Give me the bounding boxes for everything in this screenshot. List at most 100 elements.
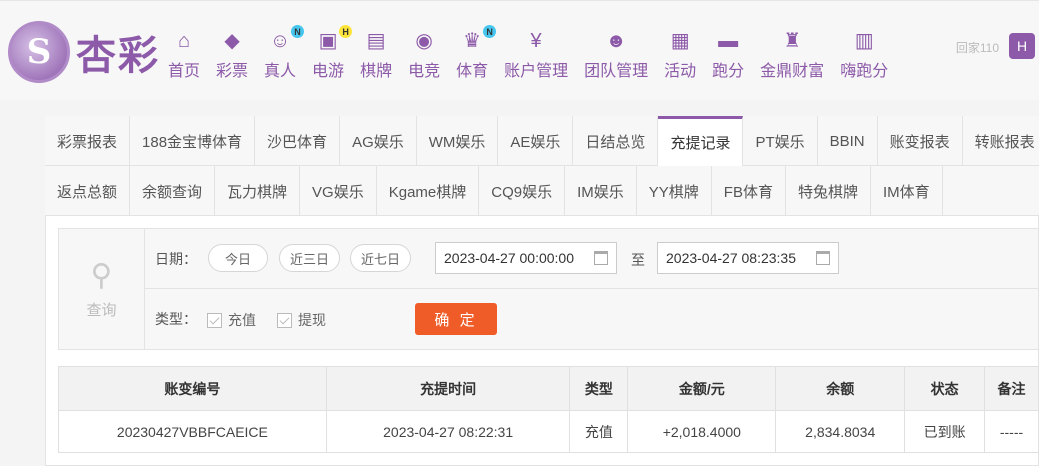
nav-item-label: 棋牌 <box>360 63 393 80</box>
report-tab[interactable]: 沙巴体育 <box>255 116 341 166</box>
yen-coin-icon: ¥ <box>530 30 542 52</box>
report-tab[interactable]: 瓦力棋牌 <box>215 166 301 216</box>
logo-mark-icon: S <box>8 21 70 83</box>
nav-item-4[interactable]: ▤ 棋牌 <box>352 29 400 81</box>
report-tab[interactable]: YY棋牌 <box>637 166 712 216</box>
gift-icon: ▦ <box>670 30 690 52</box>
withdraw-checkbox-label: 提现 <box>298 312 326 328</box>
date-label: 日期： <box>155 251 197 267</box>
nav-item-6[interactable]: ♛ N 体育 <box>448 25 497 81</box>
column-header: 账变编号 <box>58 366 327 411</box>
column-header: 类型 <box>569 366 629 411</box>
nav-item-label: 嗨跑分 <box>840 63 889 80</box>
trophy-icon: ♛ <box>463 30 482 52</box>
end-date-value: 2023-04-27 08:23:35 <box>666 250 796 266</box>
report-tab[interactable]: 返点总额 <box>45 166 131 216</box>
nav-item-5[interactable]: ◉ 电竞 <box>400 29 448 81</box>
last-seven-days-button[interactable]: 近七日 <box>350 244 411 272</box>
esports-controller-icon: ◉ <box>415 30 433 52</box>
report-tab[interactable]: AE娱乐 <box>498 116 574 166</box>
report-tab[interactable]: 账变报表 <box>878 116 963 166</box>
report-tab[interactable]: PT娱乐 <box>743 116 818 166</box>
table-cell: 20230427VBBFCAEICE <box>58 410 327 453</box>
nav-item-9[interactable]: ▦ 活动 <box>656 29 704 81</box>
search-icon: ⚲ <box>90 259 113 292</box>
last-three-days-button[interactable]: 近三日 <box>279 244 340 272</box>
nav-item-8[interactable]: ☻ 团队管理 <box>576 29 656 81</box>
nav-badge: N <box>291 25 305 38</box>
nav-badge: N <box>483 25 497 38</box>
nav-item-1[interactable]: ◆ 彩票 <box>208 29 256 81</box>
today-button[interactable]: 今日 <box>208 244 268 272</box>
nav-item-12[interactable]: ▥ 嗨跑分 <box>832 29 896 81</box>
report-tab[interactable]: BBIN <box>818 116 878 166</box>
nav-item-11[interactable]: ♜ 金鼎财富 <box>752 29 832 81</box>
top-header: S 杏彩 ⌂ 首页 ◆ 彩票 ☺ N 真人 ▣ H 电游 ▤ 棋牌 ◉ 电竞 ♛ N 体育 ¥ 账户管理 ☻ 团队管理 ▦… <box>0 0 1039 100</box>
tab-bar-row-2: 返点总额 余额查询 瓦力棋牌 VG娱乐 Kgame棋牌 CQ9娱乐 IM娱乐 YY棋牌 FB体育… <box>45 166 1039 216</box>
column-header: 备注 <box>984 366 1039 411</box>
nav-item-10[interactable]: ▬ 跑分 <box>704 29 752 81</box>
nav-item-3[interactable]: ▣ H 电游 <box>304 25 353 81</box>
table-cell: 2023-04-27 08:22:31 <box>325 410 571 453</box>
checkbox-icon <box>277 312 292 328</box>
deposit-checkbox[interactable]: 充值 <box>207 310 256 330</box>
report-tab[interactable]: FB体育 <box>712 166 786 216</box>
nav-item-label: 真人 <box>264 63 297 80</box>
report-tab[interactable]: Kgame棋牌 <box>377 166 480 216</box>
nav-item-label: 账户管理 <box>504 63 569 80</box>
nav-badge: H <box>339 25 353 38</box>
nav-item-label: 金鼎财富 <box>760 63 825 80</box>
calendar-icon[interactable] <box>816 251 830 265</box>
start-date-value: 2023-04-27 00:00:00 <box>444 250 574 266</box>
nav-item-label: 团队管理 <box>584 63 649 80</box>
confirm-button[interactable]: 确 定 <box>415 303 497 335</box>
watermark-text: 回家110 <box>955 41 999 55</box>
type-row: 类型： 充值 提现 确 定 <box>145 289 1038 349</box>
nav-item-label: 跑分 <box>712 63 745 80</box>
withdraw-checkbox[interactable]: 提现 <box>277 310 326 330</box>
report-tab[interactable]: IM娱乐 <box>565 166 637 216</box>
nav-item-label: 活动 <box>664 63 697 80</box>
brand-logo[interactable]: S 杏彩 <box>8 21 160 83</box>
hi-icon: ▥ <box>854 30 874 52</box>
report-tab[interactable]: WM娱乐 <box>417 116 499 166</box>
table-row: 20230427VBBFCAEICE 2023-04-27 08:22:31 充值 +… <box>58 410 1039 453</box>
end-date-input[interactable]: 2023-04-27 08:23:35 <box>657 242 839 274</box>
type-label: 类型： <box>155 311 197 327</box>
query-form: ⚲ 查询 日期： 今日 近三日 近七日 2023-04-27 00:00:00 … <box>58 228 1039 350</box>
table-cell: ----- <box>984 410 1039 453</box>
column-header: 状态 <box>904 366 986 411</box>
report-tab[interactable]: 日结总览 <box>573 116 659 166</box>
report-tab[interactable]: 充提记录 <box>658 116 744 166</box>
table-cell: +2,018.4000 <box>627 410 777 453</box>
gamepad-icon: ▣ <box>318 30 338 52</box>
start-date-input[interactable]: 2023-04-27 00:00:00 <box>435 242 617 274</box>
table-cell: 已到账 <box>904 410 986 453</box>
table-header-row: 账变编号 充提时间 类型 金额/元 余额 状态 备注 <box>58 366 1039 411</box>
report-tab[interactable]: VG娱乐 <box>300 166 377 216</box>
report-tab[interactable]: 余额查询 <box>130 166 216 216</box>
nav-item-7[interactable]: ¥ 账户管理 <box>496 29 576 81</box>
lottery-ticket-icon: ◆ <box>224 30 240 52</box>
query-section-label: ⚲ 查询 <box>59 229 145 349</box>
cards-icon: ▤ <box>366 30 386 52</box>
nav-item-label: 电竞 <box>408 63 441 80</box>
report-tab[interactable]: 转账报表 <box>963 116 1039 166</box>
home-icon: ⌂ <box>177 30 191 52</box>
report-tab[interactable]: AG娱乐 <box>340 116 417 166</box>
date-range-separator: 至 <box>631 252 645 268</box>
report-tab[interactable]: CQ9娱乐 <box>479 166 566 216</box>
nav-item-2[interactable]: ☺ N 真人 <box>256 25 305 81</box>
nav-item-0[interactable]: ⌂ 首页 <box>160 29 208 81</box>
report-tab[interactable]: 特兔棋牌 <box>786 166 871 216</box>
nav-item-label: 电游 <box>312 63 345 80</box>
report-tab[interactable]: 188金宝博体育 <box>130 116 256 166</box>
column-header: 充提时间 <box>325 366 571 411</box>
calendar-icon[interactable] <box>594 251 608 265</box>
nav-item-label: 彩票 <box>216 63 249 80</box>
deposit-checkbox-label: 充值 <box>228 312 256 328</box>
train-icon: ▬ <box>718 30 739 52</box>
report-tab[interactable]: 彩票报表 <box>45 116 131 166</box>
hi-badge-icon: H <box>1009 33 1035 59</box>
report-tab[interactable]: IM体育 <box>871 166 943 216</box>
